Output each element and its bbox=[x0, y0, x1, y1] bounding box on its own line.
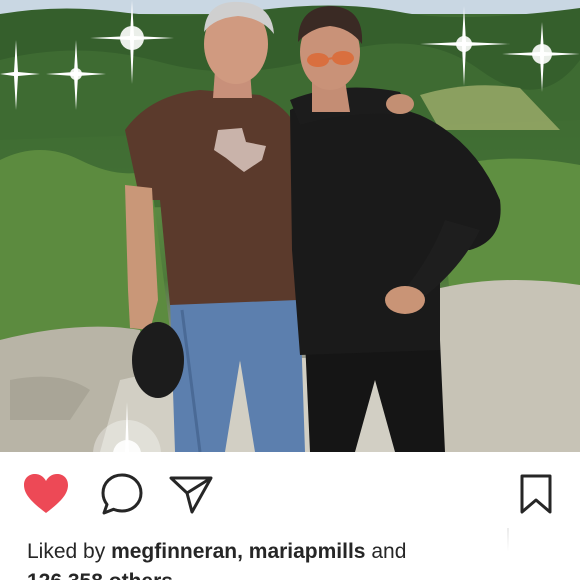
share-button[interactable] bbox=[167, 470, 215, 518]
heart-filled-icon bbox=[24, 474, 68, 513]
post-action-bar bbox=[0, 452, 580, 528]
bookmark-icon bbox=[520, 474, 552, 514]
liker-username[interactable]: megfinneran, bbox=[111, 540, 243, 563]
save-button[interactable] bbox=[512, 470, 560, 518]
comment-bubble-icon bbox=[101, 473, 143, 515]
post-photo[interactable] bbox=[0, 0, 580, 452]
likes-others-count[interactable]: 126,358 others bbox=[27, 568, 173, 580]
paper-plane-icon bbox=[169, 476, 213, 514]
like-button[interactable] bbox=[22, 470, 70, 518]
photo-illustration bbox=[0, 0, 580, 452]
comment-button[interactable] bbox=[98, 470, 146, 518]
likes-prefix: Liked by bbox=[27, 540, 106, 563]
liker-username[interactable]: mariapmills bbox=[249, 540, 366, 563]
likes-summary: Liked by megfinneran, mariapmills and 12… bbox=[27, 538, 567, 580]
likes-conjunction: and bbox=[371, 540, 407, 563]
